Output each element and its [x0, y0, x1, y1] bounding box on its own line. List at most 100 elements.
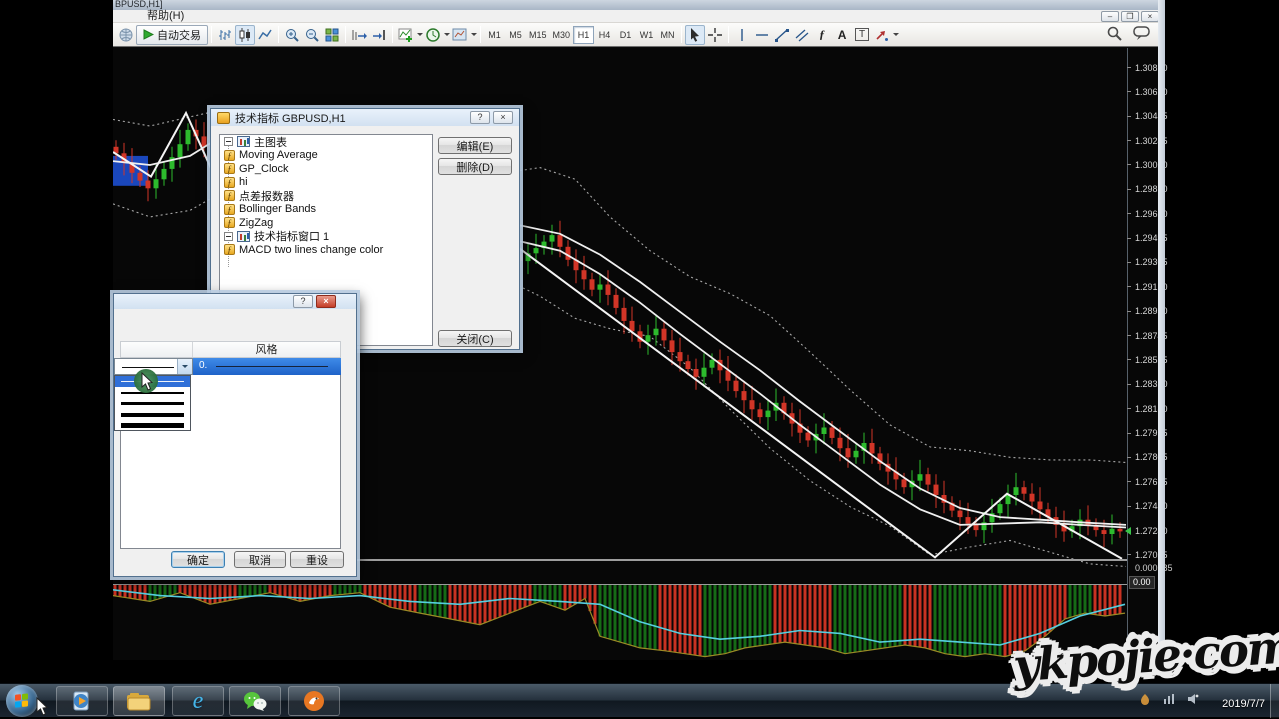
- chart-shift-button[interactable]: [369, 25, 389, 45]
- arrows-dropdown-icon[interactable]: [892, 25, 899, 45]
- timeframe-button-MN[interactable]: MN: [657, 26, 678, 44]
- indicator-item[interactable]: ƒMACD two lines change color: [220, 243, 432, 257]
- edit-button[interactable]: 编辑(E): [438, 137, 512, 154]
- cancel-button[interactable]: 取消: [234, 551, 286, 568]
- level-line-preview: [216, 366, 328, 367]
- timeframe-button-M15[interactable]: M15: [526, 26, 550, 44]
- indicator-icon: ƒ: [224, 217, 235, 228]
- menu-bar: 帮助(H) – ❐ ×: [113, 10, 1165, 23]
- axis-tick: [1127, 116, 1131, 117]
- indicators-dialog-titlebar[interactable]: 技术指标 GBPUSD,H1 ? ×: [211, 109, 519, 126]
- menu-help[interactable]: 帮助(H): [143, 10, 188, 22]
- timeframe-button-H4[interactable]: H4: [594, 26, 615, 44]
- crosshair-button[interactable]: [705, 25, 725, 45]
- periods-button[interactable]: [423, 25, 443, 45]
- chevron-down-icon[interactable]: [177, 359, 192, 374]
- tray-chart-icon[interactable]: [1163, 693, 1175, 705]
- axis-tick: [1127, 164, 1131, 165]
- search-icon[interactable]: [1106, 25, 1123, 47]
- collapse-icon[interactable]: [224, 137, 233, 146]
- indicator-item[interactable]: ƒMoving Average: [220, 149, 432, 163]
- indicator-icon: ƒ: [224, 177, 235, 188]
- trendline-button[interactable]: [772, 25, 792, 45]
- current-price-marker-icon: [1121, 527, 1131, 535]
- properties-dialog-titlebar[interactable]: ? ×: [114, 294, 356, 309]
- candlestick-chart-button[interactable]: [235, 25, 255, 45]
- indicator-item[interactable]: ƒBollinger Bands: [220, 203, 432, 217]
- table-header: 风格: [120, 341, 341, 358]
- indicator-item[interactable]: ƒGP_Clock: [220, 162, 432, 176]
- taskbar-media-player-button[interactable]: [56, 686, 108, 716]
- periods-dropdown-icon[interactable]: [443, 25, 450, 45]
- templates-button[interactable]: [450, 25, 470, 45]
- indicators-dropdown-icon[interactable]: [416, 25, 423, 45]
- line-chart-button[interactable]: [255, 25, 275, 45]
- horizontal-line-button[interactable]: [752, 25, 772, 45]
- auto-scroll-button[interactable]: [349, 25, 369, 45]
- text-button[interactable]: A: [832, 25, 852, 45]
- axis-tick: [1127, 384, 1131, 385]
- help-icon[interactable]: ?: [293, 295, 313, 308]
- start-button[interactable]: [6, 685, 38, 717]
- indicator-item[interactable]: ƒ点差报数器: [220, 189, 432, 203]
- ok-button[interactable]: 确定: [171, 551, 225, 568]
- close-icon[interactable]: ×: [493, 111, 513, 124]
- indicators-button[interactable]: [396, 25, 416, 45]
- axis-tick: [1127, 311, 1131, 312]
- timeframe-button-M5[interactable]: M5: [505, 26, 526, 44]
- line-width-option-3[interactable]: [115, 398, 190, 409]
- taskbar-browser-button[interactable]: [288, 686, 340, 716]
- chat-icon[interactable]: [1133, 25, 1153, 47]
- taskbar-wechat-button[interactable]: [229, 686, 281, 716]
- bar-chart-button[interactable]: [215, 25, 235, 45]
- zoom-out-button[interactable]: [302, 25, 322, 45]
- axis-tick: [1127, 433, 1131, 434]
- channel-button[interactable]: [792, 25, 812, 45]
- timeframe-button-W1[interactable]: W1: [636, 26, 657, 44]
- timeframe-button-H1[interactable]: H1: [573, 26, 594, 44]
- indicator-dialog-icon: [217, 112, 230, 124]
- close-icon[interactable]: ×: [1141, 11, 1159, 22]
- tree-group[interactable]: 主图表: [220, 135, 432, 149]
- label-button[interactable]: T: [852, 25, 872, 45]
- timeframe-button-M30[interactable]: M30: [550, 26, 574, 44]
- collapse-icon[interactable]: [224, 232, 233, 241]
- globe-icon[interactable]: [116, 25, 136, 45]
- minimize-icon[interactable]: –: [1101, 11, 1119, 22]
- indicator-icon: ƒ: [224, 163, 235, 174]
- reset-button[interactable]: 重设: [290, 551, 344, 568]
- templates-dropdown-icon[interactable]: [470, 25, 477, 45]
- axis-tick: [1127, 335, 1131, 336]
- vertical-line-button[interactable]: [732, 25, 752, 45]
- line-width-option-5[interactable]: [115, 420, 190, 431]
- taskbar-date[interactable]: 2019/7/7: [1222, 698, 1265, 710]
- timeframe-button-D1[interactable]: D1: [615, 26, 636, 44]
- chart-window-icon: [237, 136, 250, 147]
- header-cell-style: 风格: [193, 342, 340, 357]
- zoom-in-button[interactable]: [282, 25, 302, 45]
- taskbar-explorer-button[interactable]: [113, 686, 165, 716]
- close-button[interactable]: 关闭(C): [438, 330, 512, 347]
- close-icon[interactable]: ×: [316, 295, 336, 308]
- macd-scale-label: 0.000585: [1135, 563, 1173, 573]
- taskbar-internet-explorer-button[interactable]: e: [172, 686, 224, 716]
- cursor-button[interactable]: [685, 25, 705, 45]
- tree-group[interactable]: 技术指标窗口 1: [220, 230, 432, 244]
- axis-tick: [1127, 506, 1131, 507]
- auto-trading-button[interactable]: 自动交易: [136, 25, 208, 45]
- tray-volume-icon[interactable]: [1187, 693, 1199, 705]
- mouse-cursor2-icon: [36, 697, 51, 717]
- delete-button[interactable]: 删除(D): [438, 158, 512, 175]
- restore-icon[interactable]: ❐: [1121, 11, 1139, 22]
- tile-windows-button[interactable]: [322, 25, 342, 45]
- help-icon[interactable]: ?: [470, 111, 490, 124]
- show-desktop-button[interactable]: [1270, 684, 1279, 718]
- fibonacci-button[interactable]: ƒ: [812, 25, 832, 45]
- arrows-button[interactable]: [872, 25, 892, 45]
- chart-window-icon: [237, 231, 250, 242]
- line-width-option-4[interactable]: [115, 409, 190, 420]
- tray-flame-icon[interactable]: [1139, 693, 1151, 705]
- timeframe-button-M1[interactable]: M1: [484, 26, 505, 44]
- axis-tick: [1127, 213, 1131, 214]
- phoenix-browser-icon: [302, 689, 326, 713]
